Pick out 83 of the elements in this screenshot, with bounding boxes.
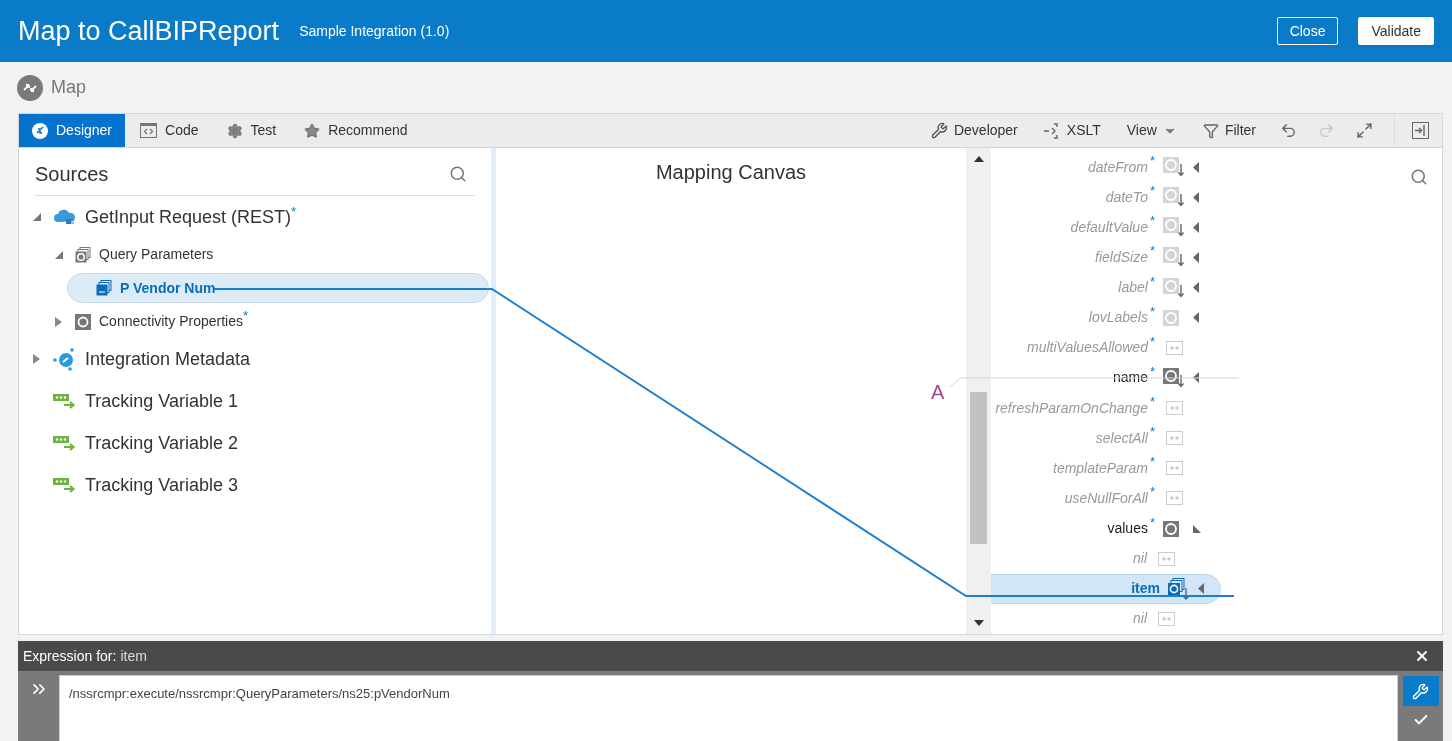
element-icon bbox=[1163, 246, 1185, 269]
star-icon bbox=[304, 122, 321, 139]
repeating-element-icon bbox=[1168, 577, 1190, 600]
collapsed-triangle-icon[interactable] bbox=[55, 316, 62, 327]
expression-label: Expression for: bbox=[23, 646, 117, 666]
source-tree-item[interactable]: Tracking Variable 3 bbox=[53, 471, 239, 499]
collapsed-triangle-icon[interactable] bbox=[1193, 161, 1199, 173]
function-label: A bbox=[931, 380, 945, 405]
attribute-icon bbox=[1157, 611, 1175, 626]
expanded-triangle-icon[interactable] bbox=[33, 213, 41, 221]
collapsed-triangle-icon[interactable] bbox=[1193, 282, 1199, 294]
source-tree-item[interactable]: P Vendor Num bbox=[67, 273, 489, 303]
xslt-icon bbox=[1043, 122, 1061, 139]
attribute-icon bbox=[1157, 551, 1175, 566]
search-icon[interactable] bbox=[1410, 168, 1428, 186]
undo-icon bbox=[1279, 122, 1297, 139]
source-tree-item[interactable]: Integration Metadata bbox=[53, 345, 251, 373]
source-tree-item[interactable]: Query Parameters bbox=[75, 244, 214, 265]
collapsed-triangle-icon[interactable] bbox=[1193, 372, 1199, 384]
collapsed-triangle-icon[interactable] bbox=[1198, 583, 1204, 595]
integration-name: Sample Integration (1.0) bbox=[299, 21, 450, 41]
filter-icon bbox=[1202, 122, 1219, 139]
repeating-text-icon bbox=[96, 280, 112, 296]
toolbar-tab[interactable]: Code bbox=[127, 114, 212, 147]
redo-icon bbox=[1317, 122, 1335, 139]
collapsed-triangle-icon[interactable] bbox=[1193, 191, 1199, 203]
validate-button[interactable]: Validate bbox=[1358, 17, 1434, 45]
breadcrumb-label: Map bbox=[51, 76, 86, 99]
tools-icon bbox=[1412, 682, 1429, 700]
tools-button[interactable] bbox=[1402, 676, 1439, 706]
expanded-triangle-icon[interactable] bbox=[55, 250, 63, 259]
panel-toggle-icon bbox=[1412, 122, 1429, 139]
element-icon bbox=[1163, 216, 1185, 239]
attribute-icon bbox=[1165, 461, 1183, 476]
canvas-title: Mapping Canvas bbox=[655, 160, 807, 185]
element-icon bbox=[75, 313, 91, 330]
tracking-variable-icon bbox=[53, 434, 77, 452]
scrollbar[interactable] bbox=[966, 148, 991, 634]
page-title: Map to CallBIPReport bbox=[18, 14, 280, 48]
search-icon[interactable] bbox=[449, 165, 467, 183]
tracking-variable-icon bbox=[53, 392, 77, 410]
element-icon bbox=[1163, 366, 1185, 389]
close-button[interactable]: Close bbox=[1276, 17, 1339, 45]
toolbar-tab[interactable]: Recommend bbox=[291, 114, 421, 147]
expression-target: item bbox=[120, 646, 147, 666]
attribute-icon bbox=[1165, 340, 1183, 355]
source-tree-item[interactable]: Tracking Variable 2 bbox=[53, 429, 239, 457]
designer-icon bbox=[32, 122, 48, 139]
sources-title: Sources bbox=[35, 162, 109, 187]
metadata-icon bbox=[53, 347, 77, 371]
expression-field[interactable]: /nssrcmpr:execute/nssrcmpr:QueryParameters/ns25:pVendorNum bbox=[59, 675, 1398, 741]
close-icon[interactable] bbox=[1414, 648, 1430, 664]
source-tree-item[interactable]: GetInput Request (REST)$^{*}$ bbox=[53, 203, 297, 231]
toolbar-action[interactable]: XSLT bbox=[1033, 114, 1111, 147]
repeating-element-icon bbox=[75, 246, 91, 263]
cloud-icon bbox=[53, 208, 77, 226]
toolbar-action[interactable]: View bbox=[1116, 114, 1187, 147]
scroll-up-icon[interactable] bbox=[973, 156, 984, 162]
collapsed-triangle-icon[interactable] bbox=[1193, 221, 1199, 233]
attribute-icon bbox=[1165, 431, 1183, 446]
element-icon bbox=[1163, 156, 1185, 179]
code-icon bbox=[140, 123, 158, 138]
attribute-icon bbox=[1165, 401, 1183, 416]
target-tree-item[interactable]: item bbox=[991, 573, 1221, 604]
toolbar-action[interactable]: Filter bbox=[1192, 114, 1266, 147]
toolbar-action[interactable]: Developer bbox=[920, 114, 1028, 147]
expand-icon bbox=[1355, 122, 1373, 139]
toolbar-tab[interactable]: Designer bbox=[19, 114, 126, 147]
scroll-down-icon[interactable] bbox=[973, 620, 984, 626]
attribute-icon bbox=[1165, 491, 1183, 506]
scrollbar-thumb[interactable] bbox=[970, 392, 987, 544]
map-icon bbox=[17, 74, 43, 101]
tools-icon bbox=[930, 122, 948, 139]
gear-icon bbox=[226, 122, 243, 139]
expanded-triangle-icon[interactable] bbox=[1193, 524, 1201, 533]
toolbar-tab[interactable]: Test bbox=[213, 114, 290, 147]
element-icon bbox=[1163, 186, 1185, 209]
collapsed-triangle-icon[interactable] bbox=[1193, 312, 1199, 324]
source-tree-item[interactable]: Tracking Variable 1 bbox=[53, 387, 239, 415]
collapsed-triangle-icon[interactable] bbox=[33, 354, 40, 364]
collapsed-triangle-icon[interactable] bbox=[1193, 251, 1199, 263]
tracking-variable-icon bbox=[53, 476, 77, 494]
element-icon bbox=[1163, 276, 1185, 299]
